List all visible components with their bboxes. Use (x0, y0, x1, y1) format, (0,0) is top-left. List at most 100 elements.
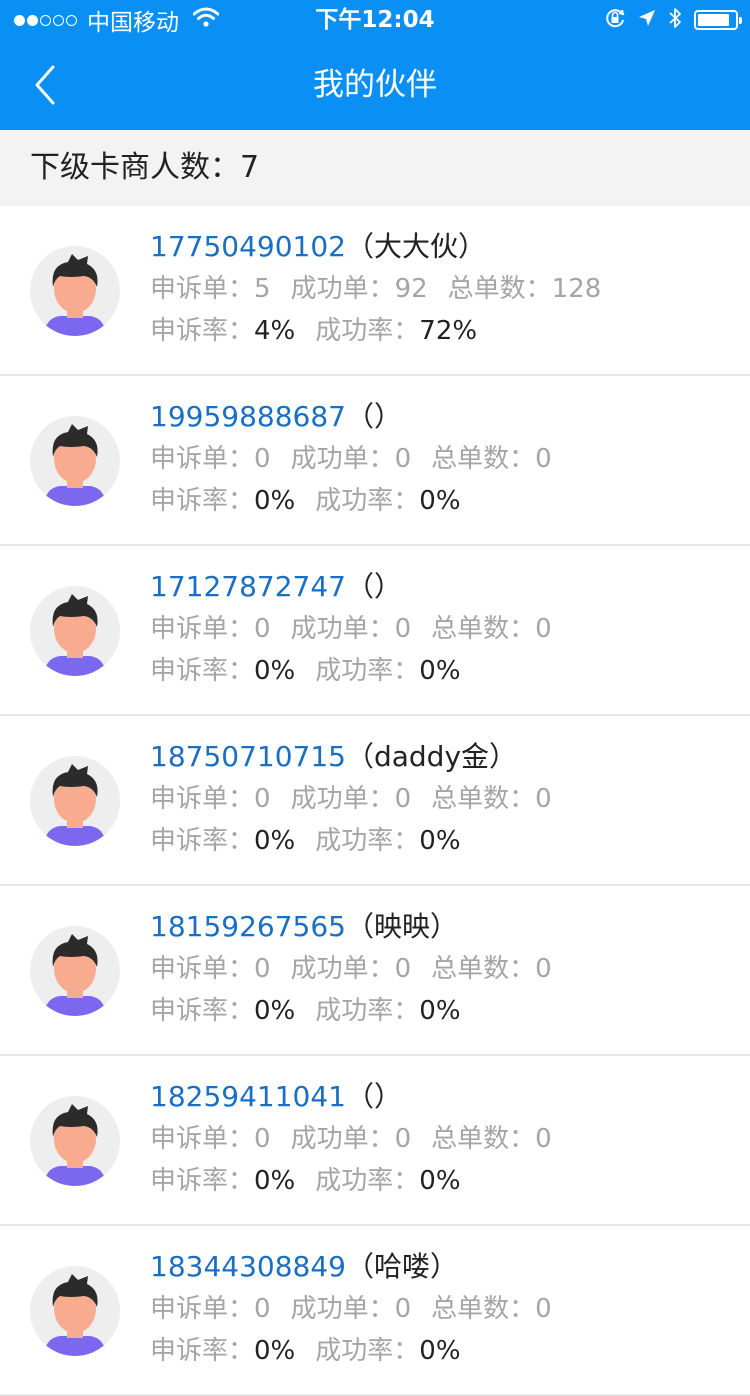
success-orders-value: 0 (394, 784, 412, 814)
complaint-rate-label: 申诉率： (150, 826, 255, 856)
partner-nickname: （daddy金） (345, 740, 518, 773)
partner-info: 18344308849（哈喽） 申诉单：0 成功单：0 总单数：0 申诉率：0% 成功… (150, 1246, 740, 1372)
partner-count-label: 下级卡商人数： (30, 150, 240, 185)
complaint-rate-value: 0% (254, 1336, 296, 1366)
partner-info: 18159267565（映映） 申诉单：0 成功单：0 总单数：0 申诉率：0% 成功… (150, 906, 740, 1032)
complaint-orders-value: 0 (254, 444, 271, 474)
avatar (30, 586, 120, 676)
complaint-orders-label: 申诉单： (150, 444, 255, 474)
rate-stats-row: 申诉率：4% 成功率：72% (150, 310, 740, 352)
total-orders-label: 总单数： (431, 1124, 536, 1154)
rate-stats-row: 申诉率：0% 成功率：0% (150, 820, 740, 862)
success-rate-label: 成功率： (315, 316, 420, 346)
partner-list-item[interactable]: 18159267565（映映） 申诉单：0 成功单：0 总单数：0 申诉率：0% 成功… (0, 886, 750, 1056)
complaint-orders-label: 申诉单： (150, 954, 255, 984)
partner-title-row: 18750710715（daddy金） (150, 736, 740, 778)
rate-stats-row: 申诉率：0% 成功率：0% (150, 650, 740, 692)
complaint-orders-value: 0 (254, 784, 271, 814)
rate-stats-row: 申诉率：0% 成功率：0% (150, 1330, 740, 1372)
partner-list: 17750490102（大大伙） 申诉单：5 成功单：92 总单数：128 申诉率：… (0, 206, 750, 1396)
partner-info: 18750710715（daddy金） 申诉单：0 成功单：0 总单数：0 申诉率：… (150, 736, 740, 862)
total-orders-value: 0 (535, 954, 552, 984)
total-orders-label: 总单数： (431, 444, 536, 474)
complaint-orders-value: 0 (254, 954, 271, 984)
complaint-rate-label: 申诉率： (150, 1336, 255, 1366)
order-stats-row: 申诉单：5 成功单：92 总单数：128 (150, 268, 740, 310)
partner-nickname: （哈喽） (345, 1250, 458, 1283)
partner-title-row: 17127872747（） (150, 566, 740, 608)
partner-info: 18259411041（） 申诉单：0 成功单：0 总单数：0 申诉率：0% 成功率：… (150, 1076, 740, 1202)
order-stats-row: 申诉单：0 成功单：0 总单数：0 (150, 1118, 740, 1160)
partner-list-item[interactable]: 17127872747（） 申诉单：0 成功单：0 总单数：0 申诉率：0% 成功率：… (0, 546, 750, 716)
partner-info: 17127872747（） 申诉单：0 成功单：0 总单数：0 申诉率：0% 成功率：… (150, 566, 740, 692)
total-orders-value: 0 (535, 784, 552, 814)
partner-count-value: 7 (240, 150, 260, 185)
total-orders-label: 总单数： (431, 954, 536, 984)
partner-info: 17750490102（大大伙） 申诉单：5 成功单：92 总单数：128 申诉率：… (150, 226, 740, 352)
total-orders-label: 总单数： (431, 1294, 536, 1324)
battery-level (698, 14, 729, 26)
partner-phone: 18750710715 (150, 740, 346, 773)
battery-icon (694, 10, 742, 30)
success-orders-value: 0 (394, 614, 412, 644)
partner-list-item[interactable]: 17750490102（大大伙） 申诉单：5 成功单：92 总单数：128 申诉率：… (0, 206, 750, 376)
bluetooth-icon (668, 6, 682, 34)
total-orders-value: 0 (535, 1294, 552, 1324)
rate-stats-row: 申诉率：0% 成功率：0% (150, 990, 740, 1032)
complaint-rate-value: 0% (254, 486, 296, 516)
partner-nickname: （） (345, 1080, 402, 1113)
partner-nickname: （） (345, 400, 402, 433)
complaint-orders-label: 申诉单： (150, 274, 255, 304)
avatar (30, 756, 120, 846)
avatar (30, 1266, 120, 1356)
partner-list-item[interactable]: 18344308849（哈喽） 申诉单：0 成功单：0 总单数：0 申诉率：0% 成功… (0, 1226, 750, 1396)
complaint-orders-label: 申诉单： (150, 1124, 255, 1154)
success-orders-value: 0 (394, 954, 412, 984)
complaint-orders-label: 申诉单： (150, 1294, 255, 1324)
rate-stats-row: 申诉率：0% 成功率：0% (150, 480, 740, 522)
partner-phone: 18344308849 (150, 1250, 346, 1283)
success-orders-label: 成功单： (290, 274, 395, 304)
complaint-orders-value: 0 (254, 1294, 271, 1324)
partner-list-item[interactable]: 19959888687（） 申诉单：0 成功单：0 总单数：0 申诉率：0% 成功率：… (0, 376, 750, 546)
partner-info: 19959888687（） 申诉单：0 成功单：0 总单数：0 申诉率：0% 成功率：… (150, 396, 740, 522)
avatar (30, 246, 120, 336)
success-orders-label: 成功单： (290, 1294, 395, 1324)
success-rate-value: 0% (419, 826, 461, 856)
battery-tip (739, 17, 742, 24)
partner-list-item[interactable]: 18750710715（daddy金） 申诉单：0 成功单：0 总单数：0 申诉率：… (0, 716, 750, 886)
complaint-rate-label: 申诉率： (150, 316, 255, 346)
nav-bar: 我的伙伴 (0, 40, 750, 130)
total-orders-value: 0 (535, 614, 552, 644)
success-orders-value: 0 (394, 1124, 412, 1154)
partner-phone: 17750490102 (150, 230, 346, 263)
success-rate-value: 0% (419, 656, 461, 686)
complaint-rate-value: 0% (254, 996, 296, 1026)
partner-nickname: （大大伙） (345, 230, 486, 263)
success-rate-label: 成功率： (315, 656, 420, 686)
success-rate-value: 72% (419, 316, 478, 346)
complaint-orders-label: 申诉单： (150, 784, 255, 814)
success-orders-value: 0 (394, 1294, 412, 1324)
partner-phone: 19959888687 (150, 400, 346, 433)
complaint-orders-label: 申诉单： (150, 614, 255, 644)
complaint-rate-value: 0% (254, 1166, 296, 1196)
success-rate-label: 成功率： (315, 996, 420, 1026)
order-stats-row: 申诉单：0 成功单：0 总单数：0 (150, 778, 740, 820)
complaint-rate-label: 申诉率： (150, 656, 255, 686)
success-rate-label: 成功率： (315, 1336, 420, 1366)
partner-phone: 18159267565 (150, 910, 346, 943)
partner-phone: 17127872747 (150, 570, 346, 603)
success-orders-label: 成功单： (290, 1124, 395, 1154)
partner-nickname: （） (345, 570, 402, 603)
partner-list-item[interactable]: 18259411041（） 申诉单：0 成功单：0 总单数：0 申诉率：0% 成功率：… (0, 1056, 750, 1226)
avatar (30, 416, 120, 506)
success-rate-value: 0% (419, 1166, 461, 1196)
success-rate-label: 成功率： (315, 826, 420, 856)
success-rate-value: 0% (419, 486, 461, 516)
success-orders-label: 成功单： (290, 784, 395, 814)
complaint-rate-label: 申诉率： (150, 486, 255, 516)
complaint-rate-label: 申诉率： (150, 996, 255, 1026)
success-orders-value: 0 (394, 444, 412, 474)
status-right (592, 6, 742, 34)
